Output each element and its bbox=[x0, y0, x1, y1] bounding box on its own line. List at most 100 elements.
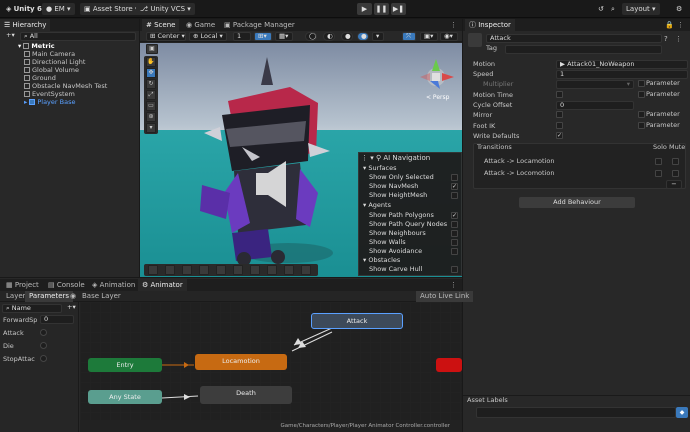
layout-dropdown[interactable]: Layout ▾ bbox=[622, 3, 660, 15]
shading-solid-button[interactable]: ◐ bbox=[323, 32, 335, 41]
hierarchy-item[interactable]: Ground bbox=[24, 74, 56, 82]
tag-field[interactable] bbox=[505, 45, 662, 54]
motion-time-checkbox[interactable] bbox=[556, 91, 563, 98]
transform-tool-icon[interactable]: ⊛ bbox=[146, 112, 156, 122]
hierarchy-search-input[interactable]: ⌕ All bbox=[20, 32, 136, 41]
link-icon[interactable] bbox=[216, 265, 226, 275]
scene-view-options[interactable]: ◉▾ bbox=[440, 32, 458, 41]
parameter-checkbox[interactable] bbox=[638, 91, 645, 98]
settings-button[interactable]: ⚙ bbox=[672, 3, 686, 15]
ai-option-checkbox[interactable] bbox=[451, 174, 458, 181]
cycle-offset-field[interactable]: 0 bbox=[556, 101, 634, 110]
multiplier-dropdown[interactable]: ▾ bbox=[556, 80, 634, 89]
state-death[interactable]: Death bbox=[200, 386, 292, 404]
parameter-checkbox[interactable] bbox=[638, 111, 645, 118]
gizmos-button[interactable]: ⤧ bbox=[402, 32, 416, 41]
shading-mode-button[interactable]: ● bbox=[357, 32, 369, 41]
ai-option-checkbox[interactable]: ✓ bbox=[451, 183, 458, 190]
ai-option-checkbox[interactable]: ✓ bbox=[451, 212, 458, 219]
parameter-row[interactable]: Attack bbox=[3, 329, 24, 337]
vcs-dropdown[interactable]: ⎇ Unity VCS ▾ bbox=[136, 3, 195, 15]
state-any-state[interactable]: Any State bbox=[88, 390, 162, 404]
play-button[interactable]: ▶ bbox=[357, 3, 372, 15]
tab-project[interactable]: ▦ Project bbox=[2, 279, 43, 291]
inspector-menu-button[interactable]: ⋮ bbox=[673, 19, 688, 31]
rect-tool-icon[interactable]: ▭ bbox=[146, 101, 156, 111]
draw-mode-dropdown[interactable]: ▣▾ bbox=[420, 32, 438, 41]
state-exit[interactable] bbox=[436, 358, 462, 372]
auto-live-link-button[interactable]: Auto Live Link bbox=[416, 291, 474, 302]
view-tool-icon[interactable]: ✋ bbox=[146, 57, 156, 67]
search-button[interactable]: ⌕ bbox=[607, 3, 619, 15]
snap-field[interactable]: 1 bbox=[233, 32, 251, 41]
move-tool-icon[interactable]: ✥ bbox=[146, 68, 156, 78]
search-icon[interactable] bbox=[250, 265, 260, 275]
account-dropdown[interactable]: ● EM ▾ bbox=[42, 3, 75, 15]
parameter-value-field[interactable]: 0 bbox=[40, 315, 74, 324]
tab-inspector[interactable]: ⓘ Inspector bbox=[465, 19, 515, 31]
transition-item[interactable]: Attack -> Locamotion bbox=[484, 157, 554, 166]
hierarchy-item-player-base[interactable]: ▸ Player Base bbox=[24, 98, 75, 106]
mirror-checkbox[interactable] bbox=[556, 111, 563, 118]
pause-button[interactable]: ❚❚ bbox=[374, 3, 389, 15]
parameter-row[interactable]: StopAttac bbox=[3, 355, 35, 363]
solo-checkbox[interactable] bbox=[655, 170, 662, 177]
overlay-menu-button[interactable]: ▣ bbox=[146, 44, 158, 54]
ai-option-checkbox[interactable] bbox=[451, 230, 458, 237]
parameter-search-input[interactable]: ⌕ Name bbox=[2, 304, 62, 313]
ai-option-checkbox[interactable] bbox=[451, 248, 458, 255]
hierarchy-item[interactable]: Main Camera bbox=[24, 50, 75, 58]
unity-version-button[interactable]: ◈ Unity 6 bbox=[2, 3, 46, 15]
tab-hierarchy[interactable]: ☰ Hierarchy bbox=[0, 19, 51, 31]
space-dropdown[interactable]: ⊕ Local ▾ bbox=[189, 32, 227, 41]
tab-animator[interactable]: ⚙ Animator bbox=[138, 279, 187, 291]
asset-store-dropdown[interactable]: ▣ Asset Store ▾ bbox=[80, 3, 143, 15]
shading-lit-button[interactable]: ● bbox=[341, 32, 353, 41]
more-icon[interactable]: ⋮ bbox=[675, 35, 682, 43]
label-icon[interactable]: ◆ bbox=[676, 407, 688, 418]
move-tool-icon[interactable] bbox=[267, 265, 277, 275]
ai-option-checkbox[interactable] bbox=[451, 221, 458, 228]
motion-field[interactable]: ▶ Attack01_NoWeapon bbox=[556, 60, 688, 69]
tab-package-manager[interactable]: ▣ Package Manager bbox=[220, 19, 299, 31]
mute-checkbox[interactable] bbox=[672, 170, 679, 177]
hierarchy-item[interactable]: Directional Light bbox=[24, 58, 85, 66]
transition-item[interactable]: Attack -> Locomotion bbox=[484, 169, 554, 178]
animator-menu-button[interactable]: ⋮ bbox=[446, 279, 461, 291]
base-layer-breadcrumb[interactable]: Base Layer bbox=[78, 291, 125, 302]
foot-ik-checkbox[interactable] bbox=[556, 122, 563, 129]
grid-snap-button[interactable]: ⊞▾ bbox=[254, 32, 272, 41]
parameter-row[interactable]: Die bbox=[3, 342, 14, 350]
ai-option-checkbox[interactable] bbox=[451, 239, 458, 246]
solo-checkbox[interactable] bbox=[655, 158, 662, 165]
shading-dropdown[interactable]: ▾ bbox=[372, 32, 384, 41]
parameter-row[interactable]: ForwardSp bbox=[3, 316, 37, 324]
tab-game[interactable]: ◉ Game bbox=[182, 19, 219, 31]
state-name-field[interactable]: Attack bbox=[486, 34, 662, 43]
mesh-icon[interactable] bbox=[284, 265, 294, 275]
clear-icon[interactable] bbox=[301, 265, 311, 275]
pivot-dropdown[interactable]: ⊞ Center ▾ bbox=[146, 32, 186, 41]
help-icon[interactable]: ? bbox=[664, 35, 668, 43]
parameter-trigger[interactable] bbox=[40, 329, 47, 336]
grid-toggle-button[interactable]: ▦▾ bbox=[275, 32, 293, 41]
parameter-trigger[interactable] bbox=[40, 355, 47, 362]
parameter-checkbox[interactable] bbox=[638, 80, 645, 87]
asset-labels-field[interactable] bbox=[476, 407, 676, 418]
state-entry[interactable]: Entry bbox=[88, 358, 162, 372]
write-defaults-checkbox[interactable]: ✓ bbox=[556, 132, 563, 139]
remove-transition-button[interactable]: − bbox=[666, 180, 682, 189]
navmesh-icon[interactable] bbox=[148, 265, 158, 275]
move-icon[interactable] bbox=[165, 265, 175, 275]
bake-icon[interactable] bbox=[182, 265, 192, 275]
mute-checkbox[interactable] bbox=[672, 158, 679, 165]
add-parameter-button[interactable]: +▾ bbox=[64, 304, 77, 313]
state-attack[interactable]: Attack bbox=[311, 313, 403, 329]
modifier-icon[interactable] bbox=[233, 265, 243, 275]
ai-option-checkbox[interactable] bbox=[451, 266, 458, 273]
history-button[interactable]: ↺ bbox=[594, 3, 608, 15]
add-object-button[interactable]: +▾ bbox=[3, 32, 17, 41]
scale-tool-icon[interactable]: ⤢ bbox=[146, 90, 156, 100]
speed-field[interactable]: 1 bbox=[556, 70, 688, 79]
hierarchy-item[interactable]: EventSystem bbox=[24, 90, 75, 98]
